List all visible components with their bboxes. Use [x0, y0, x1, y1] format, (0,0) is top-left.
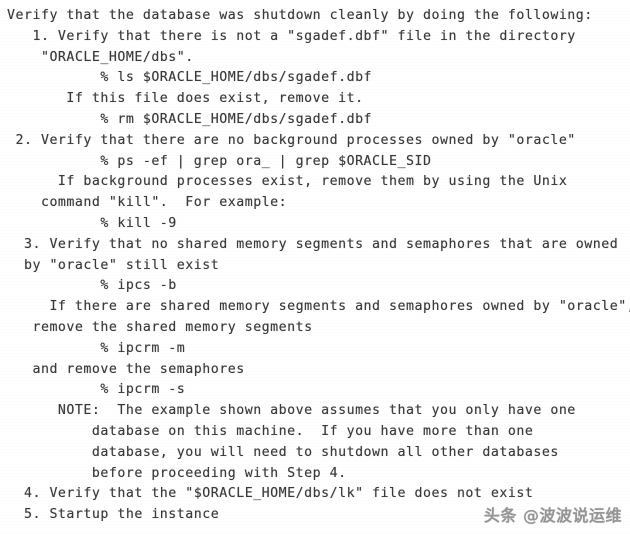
- document-page: Verify that the database was shutdown cl…: [0, 0, 630, 534]
- document-line: database, you will need to shutdown all …: [7, 444, 559, 460]
- document-line: % kill -9: [7, 215, 177, 231]
- document-line: and remove the semaphores: [7, 361, 245, 377]
- document-line: database on this machine. If you have mo…: [7, 423, 534, 439]
- document-line: % rm $ORACLE_HOME/dbs/sgadef.dbf: [7, 111, 373, 127]
- document-line: If there are shared memory segments and …: [7, 299, 630, 315]
- document-line: Verify that the database was shutdown cl…: [7, 8, 593, 23]
- document-line: before proceeding with Step 4.: [7, 465, 347, 481]
- document-line: by "oracle" still exist: [7, 257, 220, 273]
- document-line: % ipcs -b: [7, 278, 177, 294]
- document-line: NOTE: The example shown above assumes th…: [7, 403, 576, 419]
- document-line: % ps -ef | grep ora_ | grep $ORACLE_SID: [7, 153, 432, 169]
- document-line: 1. Verify that there is not a "sgadef.db…: [7, 28, 576, 44]
- document-line: % ls $ORACLE_HOME/dbs/sgadef.dbf: [7, 70, 373, 86]
- document-line: % ipcrm -m: [7, 340, 186, 356]
- document-line: "ORACLE_HOME/dbs".: [7, 49, 194, 65]
- document-line: If background processes exist, remove th…: [7, 174, 568, 190]
- document-line: 3. Verify that no shared memory segments…: [7, 236, 619, 252]
- document-line: % ipcrm -s: [7, 382, 186, 398]
- document-text-body: Verify that the database was shutdown cl…: [0, 0, 630, 526]
- document-line: 2. Verify that there are no background p…: [7, 132, 576, 148]
- document-line: command "kill". For example:: [7, 195, 288, 211]
- document-line: remove the shared memory segments: [7, 319, 313, 335]
- document-line: If this file does exist, remove it.: [7, 91, 364, 107]
- watermark-label: 头条 @波波说运维: [483, 506, 622, 525]
